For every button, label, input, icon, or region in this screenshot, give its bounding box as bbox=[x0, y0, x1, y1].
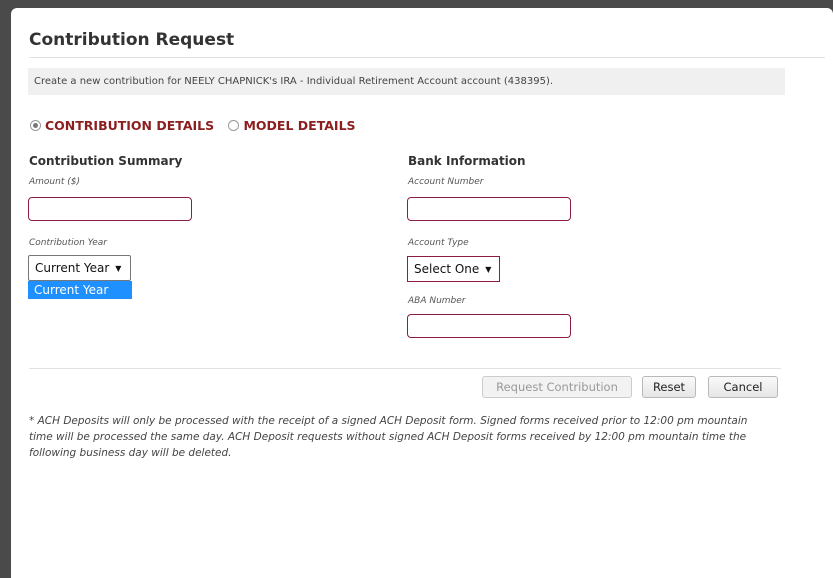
tab-contribution-details[interactable]: CONTRIBUTION DETAILS bbox=[30, 118, 214, 133]
contribution-summary-heading: Contribution Summary bbox=[29, 154, 183, 168]
contribution-year-label: Contribution Year bbox=[29, 238, 108, 248]
reset-button[interactable]: Reset bbox=[642, 376, 696, 398]
detail-tabs: CONTRIBUTION DETAILS MODEL DETAILS bbox=[30, 118, 366, 134]
account-type-select[interactable]: Select One ▼ bbox=[407, 256, 500, 282]
contribution-request-dialog: Contribution Request Create a new contri… bbox=[11, 8, 833, 578]
aba-number-input[interactable] bbox=[407, 314, 571, 338]
tab-model-details-label: MODEL DETAILS bbox=[243, 118, 356, 133]
cancel-button[interactable]: Cancel bbox=[708, 376, 778, 398]
account-type-label: Account Type bbox=[408, 238, 469, 248]
aba-number-label: ABA Number bbox=[408, 296, 466, 306]
form-divider bbox=[29, 368, 781, 369]
radio-unselected-icon[interactable] bbox=[228, 120, 240, 131]
request-contribution-button[interactable]: Request Contribution bbox=[482, 376, 632, 398]
account-type-value: Select One bbox=[414, 262, 480, 276]
contribution-year-value: Current Year bbox=[35, 261, 110, 275]
chevron-down-icon: ▼ bbox=[115, 263, 122, 273]
ach-deposit-note: * ACH Deposits will only be processed wi… bbox=[29, 415, 748, 459]
account-number-input[interactable] bbox=[407, 197, 571, 221]
title-divider bbox=[29, 57, 825, 58]
amount-input[interactable] bbox=[28, 197, 192, 221]
contribution-year-option[interactable]: Current Year bbox=[28, 281, 132, 299]
tab-contribution-details-label: CONTRIBUTION DETAILS bbox=[45, 118, 215, 133]
chevron-down-icon: ▼ bbox=[485, 264, 492, 274]
bank-information-heading: Bank Information bbox=[408, 154, 526, 168]
account-number-label: Account Number bbox=[408, 177, 484, 187]
radio-selected-icon[interactable] bbox=[30, 120, 41, 131]
amount-label: Amount ($) bbox=[29, 177, 80, 187]
contribution-year-select[interactable]: Current Year ▼ bbox=[28, 255, 131, 281]
info-banner: Create a new contribution for NEELY CHAP… bbox=[28, 68, 785, 95]
tab-model-details[interactable]: MODEL DETAILS bbox=[228, 118, 356, 133]
dialog-title: Contribution Request bbox=[29, 30, 235, 50]
